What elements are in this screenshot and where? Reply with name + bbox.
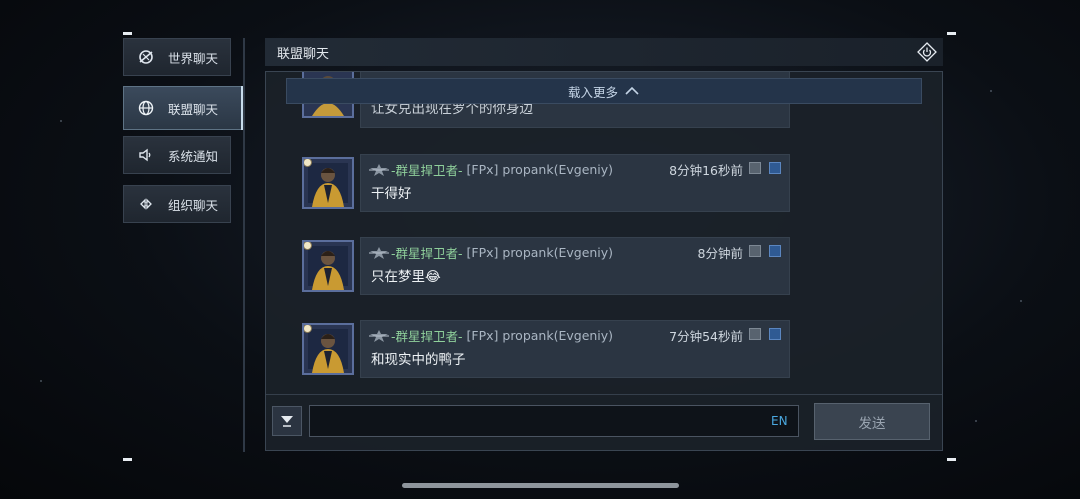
frame-corner bbox=[947, 458, 956, 461]
online-status-dot bbox=[304, 159, 312, 167]
globe-icon bbox=[136, 98, 156, 118]
rank-insignia-icon bbox=[369, 246, 389, 260]
message-text: 干得好 bbox=[371, 186, 412, 202]
message-input[interactable] bbox=[309, 405, 799, 437]
expand-down-button[interactable] bbox=[272, 406, 302, 436]
frame-corner bbox=[123, 458, 132, 461]
message-timestamp: 8分钟前 bbox=[697, 246, 743, 261]
background-star bbox=[60, 120, 62, 122]
tab-label: 系统通知 bbox=[168, 148, 219, 164]
chevron-up-icon bbox=[625, 86, 639, 95]
background-star bbox=[40, 380, 42, 382]
message-bubble: -群星捍卫者- [FPx] propank(Evgeniy) 7分钟54秒前 和… bbox=[360, 320, 790, 378]
avatar[interactable] bbox=[302, 323, 354, 375]
tab-alliance-chat[interactable]: 联盟聊天 bbox=[123, 86, 244, 130]
online-status-dot bbox=[304, 242, 312, 250]
load-more-button[interactable]: 载入更多 bbox=[286, 78, 922, 104]
tab-label: 联盟聊天 bbox=[168, 101, 219, 117]
background-star bbox=[1020, 300, 1022, 302]
username[interactable]: [FPx] propank(Evgeniy) bbox=[467, 328, 614, 343]
speaker-icon bbox=[136, 145, 156, 165]
list-item: -群星捍卫者- [FPx] propank(Evgeniy) 8分钟前 只在梦里… bbox=[302, 237, 792, 297]
message-bubble: -群星捍卫者- [FPx] propank(Evgeniy) 8分钟前 只在梦里… bbox=[360, 237, 790, 295]
message-header: -群星捍卫者- [FPx] propank(Evgeniy) bbox=[369, 160, 613, 179]
triangle-down-icon bbox=[281, 416, 293, 427]
username[interactable]: [FPx] propank(Evgeniy) bbox=[467, 162, 614, 177]
pin-icon[interactable] bbox=[769, 162, 781, 174]
message-timestamp: 8分钟16秒前 bbox=[669, 163, 743, 178]
power-diamond-icon[interactable] bbox=[917, 42, 937, 62]
tab-system-notice[interactable]: 系统通知 bbox=[123, 136, 231, 174]
tab-world-chat[interactable]: 世界聊天 bbox=[123, 38, 231, 76]
message-timestamp: 7分钟54秒前 bbox=[669, 329, 743, 344]
pin-icon[interactable] bbox=[769, 328, 781, 340]
chat-panel: 让女兑出现在罗个的你身边 -群星捍卫者- [FPx] propank(Evgen… bbox=[265, 71, 943, 451]
username[interactable]: [FPx] propank(Evgeniy) bbox=[467, 245, 614, 260]
translate-icon[interactable] bbox=[749, 245, 761, 257]
rank-insignia-icon bbox=[369, 329, 389, 343]
home-indicator[interactable] bbox=[402, 483, 679, 488]
tab-label: 组织聊天 bbox=[168, 197, 219, 213]
avatar[interactable] bbox=[302, 240, 354, 292]
avatar[interactable] bbox=[302, 157, 354, 209]
rank-insignia-icon bbox=[369, 163, 389, 177]
message-list[interactable]: 让女兑出现在罗个的你身边 -群星捍卫者- [FPx] propank(Evgen… bbox=[266, 72, 942, 394]
composer-divider bbox=[266, 394, 942, 395]
background-star bbox=[990, 90, 992, 92]
pin-icon[interactable] bbox=[769, 245, 781, 257]
world-chat-icon bbox=[136, 47, 156, 67]
message-header: -群星捍卫者- [FPx] propank(Evgeniy) bbox=[369, 243, 613, 262]
organization-icon bbox=[136, 194, 156, 214]
page-title: 联盟聊天 bbox=[277, 46, 330, 62]
list-item: -群星捍卫者- [FPx] propank(Evgeniy) 8分钟16秒前 干… bbox=[302, 154, 792, 214]
list-item: -群星捍卫者- [FPx] propank(Evgeniy) 7分钟54秒前 和… bbox=[302, 320, 792, 380]
sidebar-divider bbox=[243, 38, 245, 452]
frame-corner bbox=[123, 32, 132, 35]
background-star bbox=[975, 420, 977, 422]
language-toggle[interactable]: EN bbox=[771, 414, 788, 428]
tab-label: 世界聊天 bbox=[168, 50, 219, 66]
frame-corner bbox=[947, 32, 956, 35]
alliance-name: -群星捍卫者- bbox=[391, 163, 463, 178]
tab-organization-chat[interactable]: 组织聊天 bbox=[123, 185, 231, 223]
message-header: -群星捍卫者- [FPx] propank(Evgeniy) bbox=[369, 326, 613, 345]
message-bubble: -群星捍卫者- [FPx] propank(Evgeniy) 8分钟16秒前 干… bbox=[360, 154, 790, 212]
message-text: 和现实中的鸭子 bbox=[371, 352, 466, 368]
translate-icon[interactable] bbox=[749, 328, 761, 340]
alliance-name: -群星捍卫者- bbox=[391, 246, 463, 261]
online-status-dot bbox=[304, 325, 312, 333]
chat-header: 联盟聊天 bbox=[265, 38, 943, 66]
alliance-name: -群星捍卫者- bbox=[391, 329, 463, 344]
message-text: 只在梦里😂 bbox=[371, 269, 441, 285]
send-button[interactable]: 发送 bbox=[814, 403, 930, 440]
translate-icon[interactable] bbox=[749, 162, 761, 174]
load-more-label: 载入更多 bbox=[567, 84, 618, 100]
